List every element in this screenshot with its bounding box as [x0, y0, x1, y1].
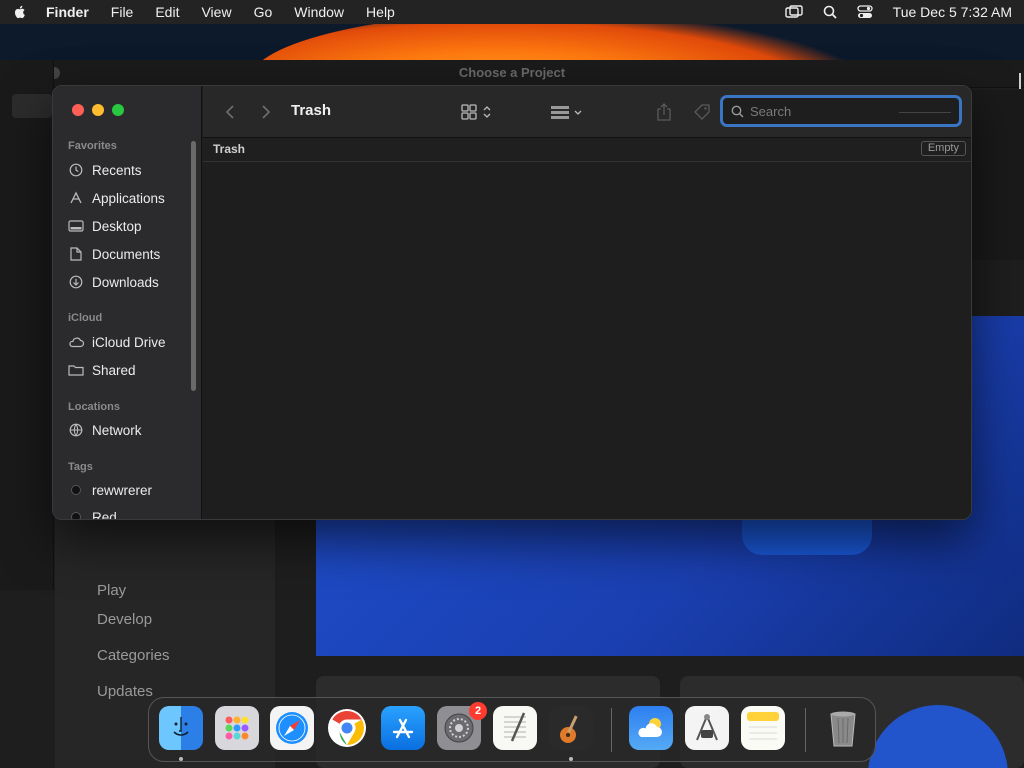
sidebar-scrollbar[interactable]: [191, 141, 196, 391]
sidebar-item-label: Applications: [92, 190, 165, 206]
sidebar-item-label: Desktop: [92, 218, 142, 234]
share-icon[interactable]: [653, 101, 675, 123]
sidebar-item-label: Network: [92, 422, 142, 438]
sidebar-item-shared[interactable]: Shared: [68, 360, 136, 380]
background-sidebar-updates[interactable]: Updates: [97, 683, 153, 700]
dock: 2: [148, 697, 876, 762]
notes-icon[interactable]: [741, 706, 785, 750]
shared-folder-icon: [68, 362, 84, 378]
dock-running-indicator: [179, 757, 183, 761]
desktop-icon: [68, 218, 84, 234]
background-left-panel: [0, 60, 54, 590]
sidebar-item-label: Shared: [92, 362, 136, 378]
chrome-icon[interactable]: [325, 706, 369, 750]
sidebar-item-tag-red[interactable]: Red: [68, 507, 117, 520]
menu-go[interactable]: Go: [254, 4, 273, 20]
sidebar-item-label: iCloud Drive: [92, 334, 166, 350]
sidebar-item-label: Downloads: [92, 274, 159, 290]
weather-icon[interactable]: [629, 706, 673, 750]
sidebar-item-applications[interactable]: Applications: [68, 188, 165, 208]
minimize-button[interactable]: [92, 104, 104, 116]
sidebar-item-network[interactable]: Network: [68, 420, 142, 440]
traffic-lights: [72, 104, 124, 116]
sidebar-header-favorites: Favorites: [68, 140, 117, 152]
notification-badge: 2: [469, 702, 487, 720]
finder-sidebar: Favorites Recents Applications Desktop D…: [53, 86, 202, 519]
menu-edit[interactable]: Edit: [155, 4, 179, 20]
system-settings-icon[interactable]: 2: [437, 702, 487, 750]
menu-file[interactable]: File: [111, 4, 134, 20]
trash-header-bar: Trash Empty: [203, 138, 971, 162]
forward-icon[interactable]: [255, 101, 277, 123]
menu-window[interactable]: Window: [294, 4, 344, 20]
globe-icon: [68, 422, 84, 438]
garageband-icon[interactable]: [549, 706, 593, 750]
menu-app-name[interactable]: Finder: [46, 4, 89, 20]
trash-icon[interactable]: [821, 706, 865, 750]
search-underline: [899, 112, 951, 113]
sidebar-item-downloads[interactable]: Downloads: [68, 272, 159, 292]
sidebar-item-label: Documents: [92, 246, 161, 262]
sidebar-item-icloud-drive[interactable]: iCloud Drive: [68, 332, 166, 352]
trash-label: Trash: [213, 142, 246, 156]
document-icon: [68, 246, 84, 262]
finder-icon[interactable]: [159, 706, 203, 750]
sidebar-item-tag-rewwrerer[interactable]: rewwrerer: [68, 480, 152, 500]
sidebar-item-recents[interactable]: Recents: [68, 160, 142, 180]
banner-artwork: [742, 515, 872, 555]
spotlight-search-icon[interactable]: [823, 5, 837, 19]
dock-separator: [805, 708, 806, 752]
instruments-icon[interactable]: [685, 706, 729, 750]
sidebar-item-label: Recents: [92, 162, 142, 178]
window-title: Trash: [291, 102, 332, 119]
menu-clock[interactable]: Tue Dec 5 7:32 AM: [893, 4, 1012, 20]
dock-running-indicator: [569, 757, 573, 761]
finder-toolbar: Trash: [203, 86, 971, 138]
tag-dot-icon: [68, 482, 84, 498]
empty-trash-button[interactable]: Empty: [920, 141, 966, 156]
screen-mirroring-icon[interactable]: [784, 5, 803, 19]
sidebar-item-label: rewwrerer: [92, 482, 153, 498]
tag-dot-icon: [68, 509, 84, 519]
control-center-icon[interactable]: [857, 5, 873, 19]
back-icon[interactable]: [219, 101, 241, 123]
cloud-icon: [68, 334, 84, 350]
group-icon[interactable]: [547, 101, 587, 123]
close-button[interactable]: [72, 104, 84, 116]
file-list-area[interactable]: [203, 163, 971, 519]
sidebar-header-locations: Locations: [68, 401, 120, 413]
view-mode-icon[interactable]: [458, 101, 498, 123]
applications-icon: [68, 190, 84, 206]
background-selected-row: [12, 94, 52, 118]
background-right-panel: [972, 90, 1024, 260]
search-field[interactable]: [720, 95, 962, 127]
sidebar-header-icloud: iCloud: [68, 312, 103, 324]
sidebar-item-desktop[interactable]: Desktop: [68, 216, 142, 236]
safari-icon[interactable]: [270, 706, 314, 750]
app-store-icon[interactable]: [381, 706, 425, 750]
menu-bar: Finder File Edit View Go Window Help Tue…: [0, 0, 1024, 24]
search-icon: [731, 105, 744, 118]
launchpad-icon[interactable]: [215, 706, 259, 750]
apple-icon[interactable]: [12, 4, 28, 20]
sidebar-header-tags: Tags: [68, 461, 93, 473]
text-cursor: [1019, 73, 1021, 89]
tag-icon[interactable]: [691, 101, 713, 123]
maximize-button[interactable]: [112, 104, 124, 116]
search-input[interactable]: [750, 103, 920, 119]
sidebar-item-documents[interactable]: Documents: [68, 244, 160, 264]
background-sidebar-play[interactable]: Play: [97, 582, 126, 599]
background-window-title: Choose a Project: [458, 65, 566, 80]
dock-separator: [611, 708, 612, 752]
sidebar-item-label: Red: [92, 509, 117, 520]
background-sidebar-categories[interactable]: Categories: [97, 647, 170, 664]
textedit-icon[interactable]: [493, 706, 537, 750]
background-title-bar: Choose a Project: [0, 60, 1024, 88]
menu-view[interactable]: View: [201, 4, 231, 20]
finder-window: Favorites Recents Applications Desktop D…: [52, 85, 972, 520]
clock-icon: [68, 162, 84, 178]
menu-help[interactable]: Help: [366, 4, 395, 20]
download-icon: [68, 274, 84, 290]
background-sidebar-develop[interactable]: Develop: [97, 611, 152, 628]
